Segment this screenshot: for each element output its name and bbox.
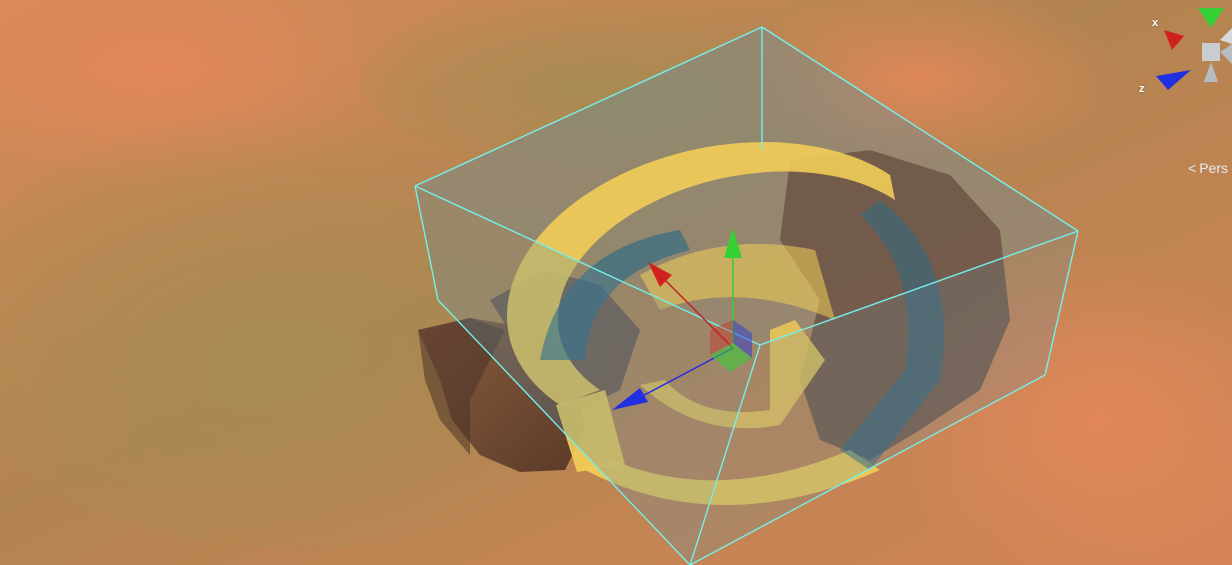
chevron-left-icon: <: [1188, 160, 1197, 176]
gizmo-x-cone-icon[interactable]: [1164, 30, 1184, 50]
gizmo-neg-z-cone-icon[interactable]: [1220, 28, 1232, 44]
scene-canvas[interactable]: [0, 0, 1232, 565]
scene-orientation-gizmo[interactable]: x z: [1136, 0, 1232, 110]
gizmo-neg-x-cone-icon[interactable]: [1220, 44, 1232, 64]
gizmo-y-cone-icon[interactable]: [1198, 8, 1224, 28]
gizmo-z-label: z: [1139, 83, 1145, 95]
projection-label: Pers: [1199, 160, 1228, 176]
scene-viewport[interactable]: x z < Pers: [0, 0, 1232, 565]
projection-toggle[interactable]: < Pers: [1188, 160, 1228, 176]
scene-orientation-gizmo-icon[interactable]: [1136, 0, 1232, 110]
gizmo-center-cube[interactable]: [1202, 43, 1220, 61]
gizmo-x-label: x: [1152, 17, 1159, 29]
gizmo-z-cone-icon[interactable]: [1156, 70, 1191, 90]
gizmo-neg-y-cone-icon[interactable]: [1204, 62, 1218, 82]
